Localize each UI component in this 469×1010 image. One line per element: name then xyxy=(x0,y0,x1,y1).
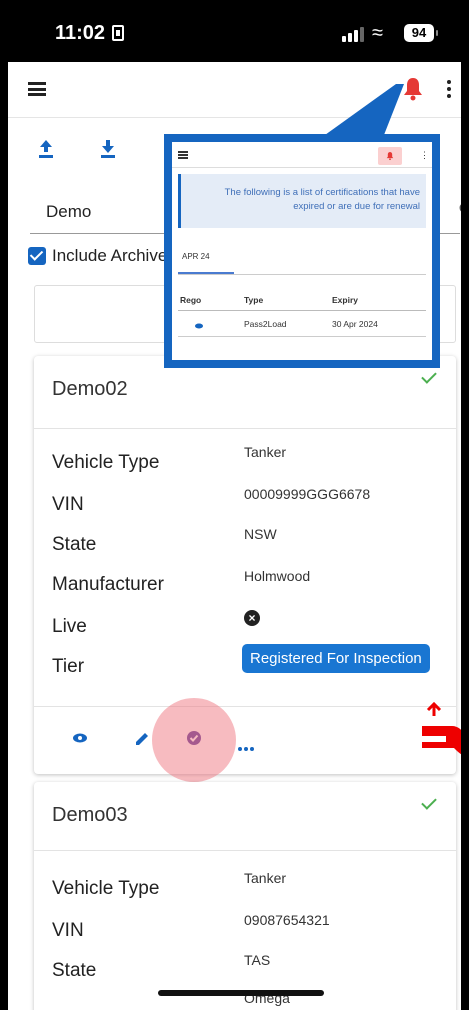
value-state: NSW xyxy=(244,526,277,542)
not-live-icon: × xyxy=(244,610,260,626)
certification-popup: ⋮ The following is a list of certificati… xyxy=(164,134,440,368)
device-frame-left xyxy=(0,0,8,1010)
phone-screen: 11:02 ≈ 94 Demo ⚲ Incl xyxy=(0,0,469,1010)
home-indicator xyxy=(158,990,324,996)
status-bar: 11:02 ≈ 94 xyxy=(0,0,469,62)
value-state: TAS xyxy=(244,952,271,968)
row-divider xyxy=(178,336,426,337)
popup-banner: The following is a list of certification… xyxy=(178,174,426,228)
sim-icon xyxy=(112,25,124,41)
popup-tab-apr24[interactable]: APR 24 xyxy=(182,252,210,261)
search-value: Demo xyxy=(46,202,92,221)
value-vehicle-type: Tanker xyxy=(244,870,287,886)
header-divider xyxy=(178,310,426,311)
label-tier: Tier xyxy=(52,656,85,677)
popup-more-icon: ⋮ xyxy=(420,150,429,160)
value-vin: 09087654321 xyxy=(244,912,330,928)
battery-indicator: 94 xyxy=(404,24,438,42)
status-time: 11:02 xyxy=(55,22,106,44)
more-actions-icon[interactable] xyxy=(238,738,256,756)
card-actions xyxy=(34,708,456,768)
signal-icon xyxy=(342,26,366,42)
view-icon[interactable] xyxy=(68,728,92,748)
popup-banner-text: The following is a list of certification… xyxy=(224,187,420,212)
callout-pointer xyxy=(318,84,404,140)
card-title: Demo03 xyxy=(52,804,128,826)
check-icon xyxy=(421,368,437,384)
toolbar xyxy=(36,138,156,162)
tap-indicator xyxy=(152,698,236,782)
tab-divider xyxy=(178,274,426,275)
card-divider xyxy=(34,850,456,851)
row-type: Pass2Load xyxy=(244,319,287,329)
col-rego: Rego xyxy=(180,295,202,305)
value-manufacturer: Holmwood xyxy=(244,568,311,584)
label-state: State xyxy=(52,534,97,555)
popup-bell-icon xyxy=(386,152,394,161)
popup-header: ⋮ xyxy=(172,142,432,168)
device-frame-right xyxy=(461,0,469,1010)
popup-menu-icon xyxy=(178,151,188,159)
label-vehicle-type: Vehicle Type xyxy=(52,452,160,473)
row-expiry: 30 Apr 2024 xyxy=(332,319,378,329)
col-type: Type xyxy=(244,295,264,305)
upload-icon[interactable] xyxy=(36,138,56,160)
check-icon xyxy=(421,794,437,810)
checkbox-checked-icon[interactable] xyxy=(28,247,46,265)
download-icon[interactable] xyxy=(98,138,118,160)
include-archived-label: Include Archive xyxy=(52,246,168,265)
popup-bell-button[interactable] xyxy=(378,147,402,165)
popup-view-icon[interactable] xyxy=(194,323,204,329)
label-vin: VIN xyxy=(52,494,84,515)
vehicle-card: Demo03 Vehicle Type VIN State Tanker 090… xyxy=(34,782,456,1010)
value-vehicle-type: Tanker xyxy=(244,444,287,460)
label-vehicle-type: Vehicle Type xyxy=(52,878,160,899)
label-live: Live xyxy=(52,616,87,637)
card-divider xyxy=(34,428,456,429)
label-state: State xyxy=(52,960,97,981)
label-manufacturer: Manufacturer xyxy=(52,574,164,595)
more-options-icon[interactable] xyxy=(446,80,452,100)
card-divider xyxy=(34,706,456,707)
col-expiry: Expiry xyxy=(332,295,358,305)
tier-badge[interactable]: Registered For Inspection xyxy=(242,644,430,673)
wifi-icon: ≈ xyxy=(372,22,383,44)
label-vin: VIN xyxy=(52,920,84,941)
card-title: Demo02 xyxy=(52,378,128,400)
vehicle-card: Demo02 Vehicle Type VIN State Manufactur… xyxy=(34,356,456,774)
value-vin: 00009999GGG6678 xyxy=(244,486,371,502)
edit-icon[interactable] xyxy=(130,728,154,748)
menu-icon[interactable] xyxy=(28,82,46,96)
